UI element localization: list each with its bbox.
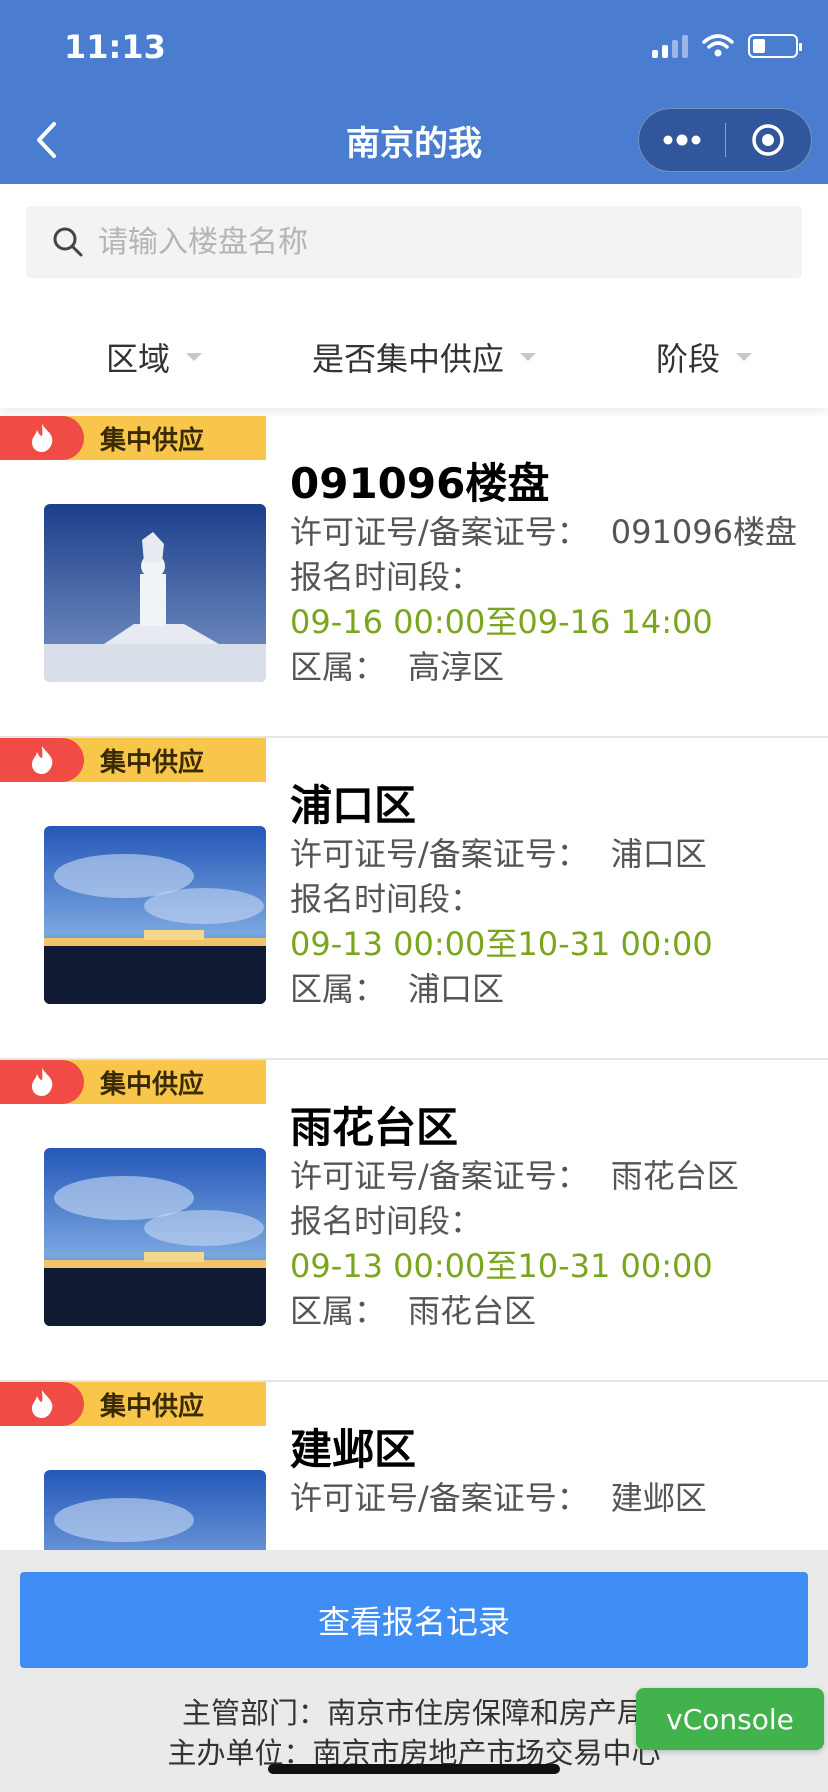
permit-value: 浦口区: [610, 835, 707, 873]
listing-info: 浦口区 许可证号/备案证号： 浦口区 报名时间段： 09-13 00:00至10-…: [290, 780, 810, 1012]
caret-down-icon: [520, 353, 537, 361]
district-row: 区属： 高淳区: [290, 645, 810, 690]
search-input[interactable]: [98, 224, 758, 260]
filter-area[interactable]: 区域: [106, 334, 203, 380]
listing-card[interactable]: 集中供应 雨花台区 许可证号/备案证号： 雨花台区 报名时间段： 09-13 00…: [0, 1060, 828, 1382]
signup-label: 报名时间段：: [290, 880, 483, 918]
filter-label: 区域: [106, 340, 171, 378]
bottom-panel: 查看报名记录 主管部门：南京市住房保障和房产局 主办单位：南京市房地产市场交易中…: [0, 1550, 828, 1792]
permit-label: 许可证号/备案证号：: [290, 835, 589, 873]
listing-card[interactable]: 集中供应 建邺区 许可证号/备案证号： 建邺区: [0, 1382, 828, 1550]
permit-value: 建邺区: [610, 1479, 707, 1517]
listing-info: 雨花台区 许可证号/备案证号： 雨花台区 报名时间段： 09-13 00:00至1…: [290, 1102, 810, 1334]
search-box[interactable]: [26, 206, 802, 278]
fire-icon: [0, 1060, 84, 1104]
listing-info: 091096楼盘 许可证号/备案证号： 091096楼盘 报名时间段： 09-16…: [290, 458, 810, 690]
battery-icon: [748, 34, 802, 58]
signup-time-range: 09-13 00:00至10-31 00:00: [290, 1247, 713, 1285]
permit-label: 许可证号/备案证号：: [290, 1479, 589, 1517]
supply-tag-label: 集中供应: [100, 425, 205, 456]
district-row: 区属： 雨花台区: [290, 1289, 810, 1334]
district-value: 雨花台区: [408, 1292, 537, 1330]
filter-label: 阶段: [656, 340, 721, 378]
supply-tag-label: 集中供应: [100, 747, 205, 778]
permit-row: 许可证号/备案证号： 建邺区: [290, 1476, 810, 1521]
signup-time-range: 09-13 00:00至10-31 00:00: [290, 925, 713, 963]
wifi-icon: [702, 34, 734, 57]
vconsole-button[interactable]: vConsole: [636, 1688, 824, 1750]
listing-list: 集中供应 091096楼盘 许可证号/备案证号： 091096楼盘 报名时间段： …: [0, 416, 828, 1550]
district-label: 区属：: [290, 648, 387, 686]
filter-centralized-supply[interactable]: 是否集中供应: [312, 334, 537, 380]
permit-row: 许可证号/备案证号： 浦口区: [290, 832, 810, 877]
status-icons: [652, 34, 802, 58]
district-row: 区属： 浦口区: [290, 967, 810, 1012]
listing-thumbnail: [44, 504, 266, 682]
district-value: 高淳区: [408, 648, 505, 686]
fire-icon: [0, 738, 84, 782]
filter-stage[interactable]: 阶段: [656, 334, 753, 380]
permit-value: 091096楼盘: [610, 513, 797, 551]
permit-label: 许可证号/备案证号：: [290, 1157, 589, 1195]
supply-tag-label: 集中供应: [100, 1069, 205, 1100]
more-dots-icon: [663, 134, 701, 146]
permit-row: 许可证号/备案证号： 雨花台区: [290, 1154, 810, 1199]
signup-time-range: 09-16 00:00至09-16 14:00: [290, 603, 713, 641]
home-indicator[interactable]: [268, 1764, 560, 1774]
caret-down-icon: [736, 353, 753, 361]
view-records-button[interactable]: 查看报名记录: [20, 1572, 808, 1668]
permit-row: 许可证号/备案证号： 091096楼盘: [290, 510, 810, 555]
listing-card[interactable]: 集中供应 091096楼盘 许可证号/备案证号： 091096楼盘 报名时间段： …: [0, 416, 828, 738]
search-section: [0, 184, 828, 296]
listing-thumbnail: [44, 1470, 266, 1550]
supply-tag: 集中供应: [0, 1060, 266, 1104]
permit-label: 许可证号/备案证号：: [290, 513, 589, 551]
search-icon: [53, 227, 83, 257]
close-miniprogram-button[interactable]: [726, 108, 812, 172]
listing-thumbnail: [44, 826, 266, 1004]
status-time: 11:13: [64, 28, 166, 66]
listing-info: 建邺区 许可证号/备案证号： 建邺区: [290, 1424, 810, 1521]
miniprogram-capsule: [638, 108, 812, 172]
caret-down-icon: [186, 353, 203, 361]
more-button[interactable]: [639, 108, 725, 172]
listing-name: 091096楼盘: [290, 459, 550, 508]
supply-tag: 集中供应: [0, 1382, 266, 1426]
supply-tag: 集中供应: [0, 738, 266, 782]
district-value: 浦口区: [408, 970, 505, 1008]
supply-tag: 集中供应: [0, 416, 266, 460]
fire-icon: [0, 1382, 84, 1426]
listing-name: 浦口区: [290, 781, 417, 830]
listing-thumbnail: [44, 1148, 266, 1326]
signal-icon: [652, 34, 688, 58]
listing-name: 雨花台区: [290, 1103, 459, 1152]
district-label: 区属：: [290, 1292, 387, 1330]
signup-label: 报名时间段：: [290, 1202, 483, 1240]
permit-value: 雨花台区: [610, 1157, 739, 1195]
filter-bar: 区域 是否集中供应 阶段: [0, 300, 828, 408]
listing-card[interactable]: 集中供应 浦口区 许可证号/备案证号： 浦口区 报名时间段： 09-13 00:0…: [0, 738, 828, 1060]
supply-tag-label: 集中供应: [100, 1391, 205, 1422]
top-bar: 11:13 南京的我: [0, 0, 828, 184]
target-circle-icon: [752, 124, 784, 156]
signup-label: 报名时间段：: [290, 558, 483, 596]
listing-name: 建邺区: [290, 1425, 417, 1474]
district-label: 区属：: [290, 970, 387, 1008]
fire-icon: [0, 416, 84, 460]
filter-label: 是否集中供应: [312, 340, 505, 378]
